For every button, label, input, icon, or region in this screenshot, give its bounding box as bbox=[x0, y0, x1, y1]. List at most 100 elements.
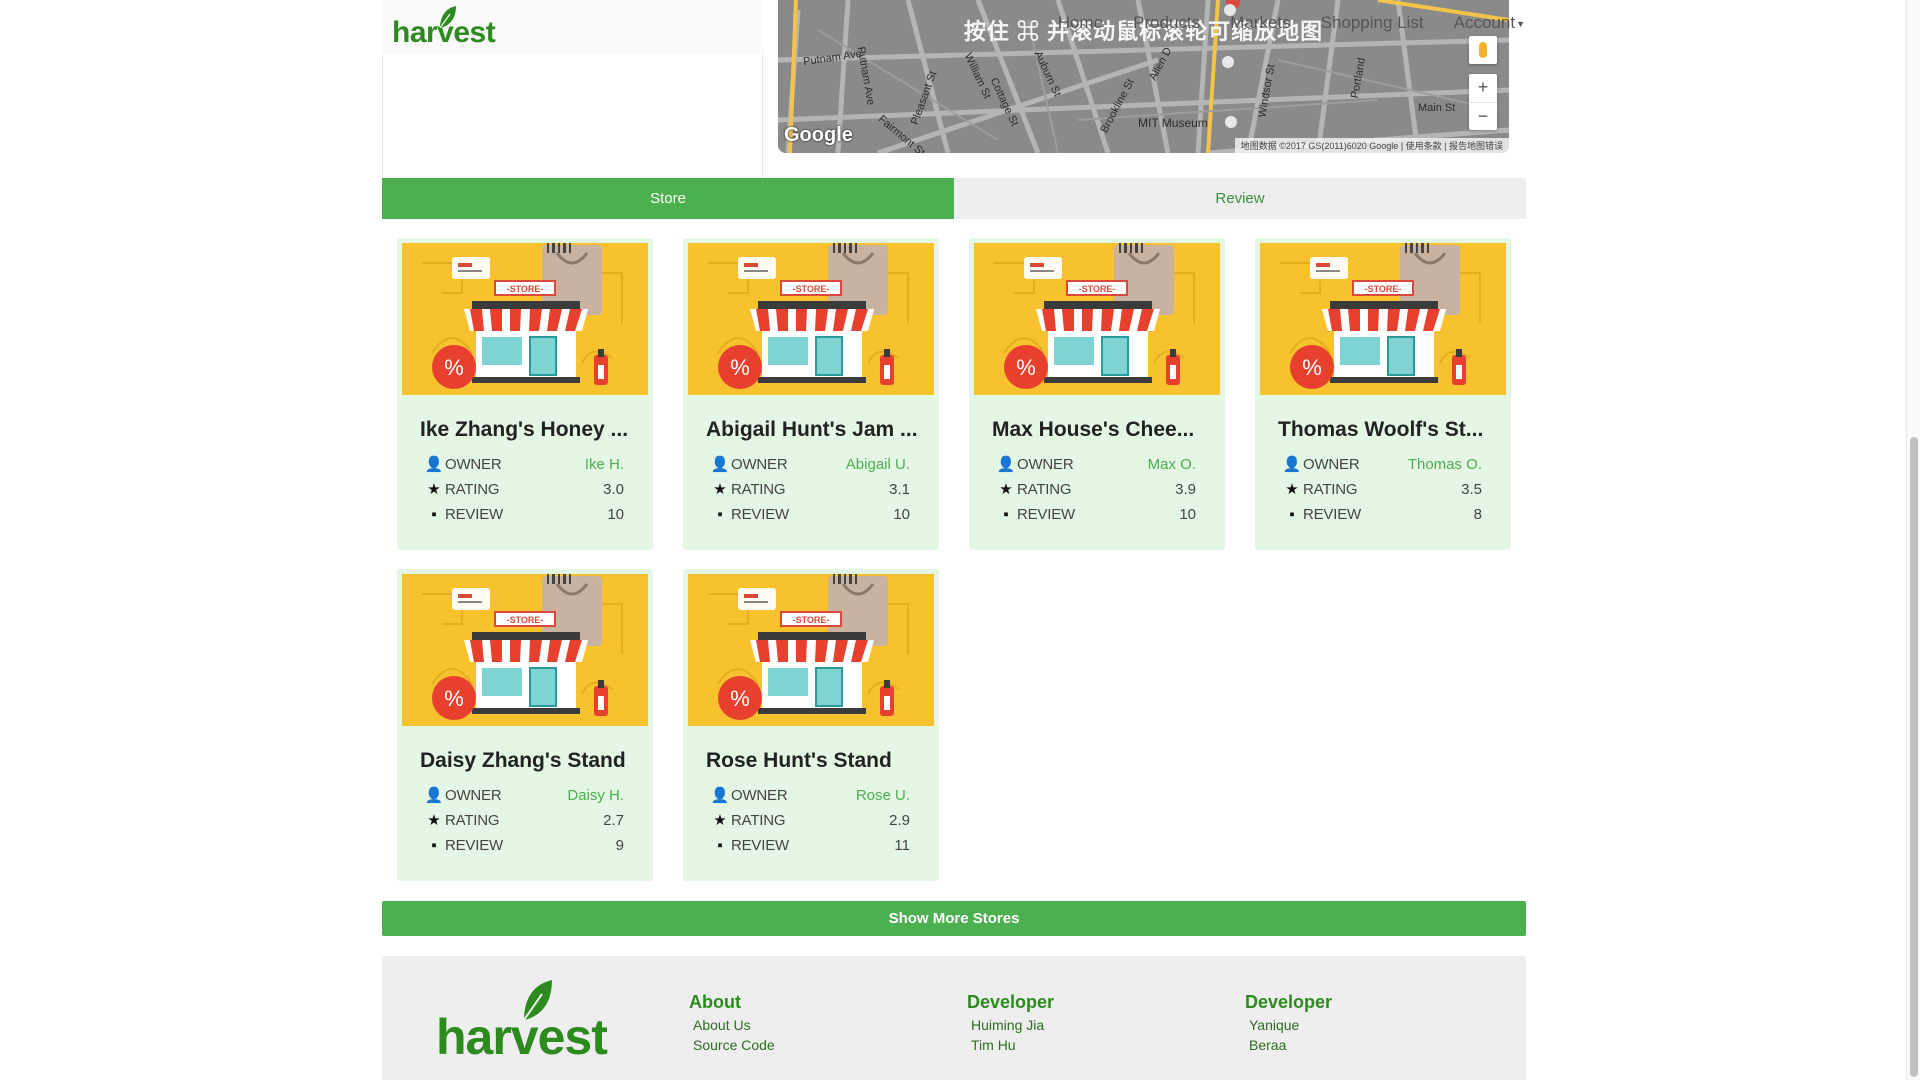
rating-label: RATING bbox=[1017, 480, 1072, 498]
caret-down-icon: ▼ bbox=[1516, 18, 1525, 29]
svg-text:-STORE-: -STORE- bbox=[1079, 284, 1116, 294]
rating-row: ★ RATING 3.9 bbox=[997, 478, 1196, 500]
review-label: REVIEW bbox=[1017, 505, 1075, 523]
star-icon: ★ bbox=[713, 481, 727, 498]
tab-store[interactable]: Store bbox=[382, 178, 954, 219]
svg-text:-STORE-: -STORE- bbox=[793, 615, 830, 625]
store-thumbnail: -STORE- % bbox=[688, 243, 934, 395]
store-thumbnail: -STORE- % bbox=[402, 243, 648, 395]
rating-value: 3.9 bbox=[1175, 480, 1196, 498]
owner-label: OWNER bbox=[445, 455, 502, 473]
zoom-in-button[interactable]: + bbox=[1469, 74, 1497, 102]
rating-label: RATING bbox=[445, 811, 500, 829]
owner-row: 👤 OWNER Daisy H. bbox=[425, 784, 624, 806]
comment-icon: ▪ bbox=[717, 505, 723, 523]
comment-icon: ▪ bbox=[717, 836, 723, 854]
show-more-stores-button[interactable]: Show More Stores bbox=[382, 901, 1526, 936]
scrollbar-thumb[interactable] bbox=[1910, 437, 1918, 1077]
review-label: REVIEW bbox=[445, 505, 503, 523]
store-card[interactable]: -STORE- % Max House's Chee... 👤 OWNER Max … bbox=[969, 238, 1225, 550]
review-count: 9 bbox=[615, 836, 624, 854]
owner-row: 👤 OWNER Abigail U. bbox=[711, 453, 910, 475]
rating-value: 3.1 bbox=[889, 480, 910, 498]
review-count: 10 bbox=[893, 505, 910, 523]
owner-name[interactable]: Max O. bbox=[1148, 456, 1196, 473]
nav-products[interactable]: Products bbox=[1118, 13, 1215, 33]
store-card[interactable]: -STORE- % Thomas Woolf's St... 👤 OWNER Tho… bbox=[1255, 238, 1511, 550]
map-attribution[interactable]: 地图数据 ©2017 GS(2011)6020 Google | 使用条款 | … bbox=[1234, 138, 1509, 153]
store-name[interactable]: Abigail Hunt's Jam ... bbox=[706, 418, 921, 442]
svg-text:%: % bbox=[730, 686, 750, 711]
footer-developer-link[interactable]: Tim Hu bbox=[971, 1035, 1054, 1055]
footer-about-us-link[interactable]: About Us bbox=[693, 1015, 775, 1035]
rating-row: ★ RATING 2.9 bbox=[711, 809, 910, 831]
review-label: REVIEW bbox=[1303, 505, 1361, 523]
rating-label: RATING bbox=[445, 480, 500, 498]
footer-source-code-link[interactable]: Source Code bbox=[693, 1035, 775, 1055]
user-icon: 👤 bbox=[1282, 456, 1302, 473]
review-row: ▪ REVIEW 10 bbox=[425, 503, 624, 525]
store-name[interactable]: Max House's Chee... bbox=[992, 418, 1207, 442]
store-illustration: -STORE- % bbox=[402, 574, 648, 726]
rating-label: RATING bbox=[731, 811, 786, 829]
footer-brand-text: harvest bbox=[436, 1009, 608, 1065]
nav-home[interactable]: Home bbox=[1043, 13, 1118, 33]
star-icon: ★ bbox=[713, 812, 727, 829]
zoom-out-button[interactable]: − bbox=[1469, 102, 1497, 130]
rating-row: ★ RATING 2.7 bbox=[425, 809, 624, 831]
tab-review[interactable]: Review bbox=[954, 178, 1526, 219]
star-icon: ★ bbox=[1285, 481, 1299, 498]
store-name[interactable]: Thomas Woolf's St... bbox=[1278, 418, 1493, 442]
nav-account-dropdown[interactable]: Account▼ bbox=[1439, 13, 1527, 33]
footer-about-heading: About bbox=[689, 992, 741, 1012]
review-label: REVIEW bbox=[731, 505, 789, 523]
map-place-label: MIT Museum bbox=[1138, 116, 1208, 130]
nav-links: Home Products Markets Shopping List Acco… bbox=[1043, 0, 1527, 46]
nav-account-label: Account bbox=[1453, 13, 1516, 32]
nav-shopping-list[interactable]: Shopping List bbox=[1306, 13, 1439, 33]
review-label: REVIEW bbox=[445, 836, 503, 854]
owner-label: OWNER bbox=[1017, 455, 1074, 473]
review-count: 8 bbox=[1473, 505, 1482, 523]
review-row: ▪ REVIEW 8 bbox=[1283, 503, 1482, 525]
user-icon: 👤 bbox=[424, 456, 444, 473]
star-icon: ★ bbox=[427, 812, 441, 829]
rating-label: RATING bbox=[731, 480, 786, 498]
review-row: ▪ REVIEW 9 bbox=[425, 834, 624, 856]
owner-name[interactable]: Daisy H. bbox=[567, 787, 624, 804]
footer-brand-logo[interactable]: harvest bbox=[436, 980, 608, 1062]
svg-text:%: % bbox=[730, 355, 750, 380]
footer-developer-link[interactable]: Huiming Jia bbox=[971, 1015, 1054, 1035]
page-scrollbar[interactable] bbox=[1906, 0, 1920, 1080]
store-card[interactable]: -STORE- % Rose Hunt's Stand 👤 OWNER Rose U… bbox=[683, 569, 939, 881]
owner-name[interactable]: Thomas O. bbox=[1408, 456, 1482, 473]
footer-developer-link[interactable]: Beraa bbox=[1249, 1035, 1332, 1055]
owner-name[interactable]: Abigail U. bbox=[846, 456, 910, 473]
nav-markets[interactable]: Markets bbox=[1215, 13, 1305, 33]
brand-logo[interactable]: harvest bbox=[392, 6, 496, 48]
user-icon: 👤 bbox=[710, 787, 730, 804]
review-row: ▪ REVIEW 10 bbox=[997, 503, 1196, 525]
comment-icon: ▪ bbox=[1003, 505, 1009, 523]
owner-row: 👤 OWNER Rose U. bbox=[711, 784, 910, 806]
store-card[interactable]: -STORE- % Ike Zhang's Honey ... 👤 OWNER Ik… bbox=[397, 238, 653, 550]
store-name[interactable]: Daisy Zhang's Stand bbox=[420, 749, 635, 773]
owner-name[interactable]: Ike H. bbox=[585, 456, 624, 473]
rating-value: 3.5 bbox=[1461, 480, 1482, 498]
rating-label: RATING bbox=[1303, 480, 1358, 498]
store-card[interactable]: -STORE- % Daisy Zhang's Stand 👤 OWNER Dais… bbox=[397, 569, 653, 881]
google-logo: Google bbox=[784, 124, 853, 146]
owner-row: 👤 OWNER Ike H. bbox=[425, 453, 624, 475]
footer-developer-link[interactable]: Yanique bbox=[1249, 1015, 1332, 1035]
footer: harvest About About Us Source Code Devel… bbox=[382, 956, 1526, 1080]
rating-row: ★ RATING 3.0 bbox=[425, 478, 624, 500]
svg-text:%: % bbox=[444, 686, 464, 711]
store-name[interactable]: Ike Zhang's Honey ... bbox=[420, 418, 635, 442]
owner-name[interactable]: Rose U. bbox=[856, 787, 910, 804]
comment-icon: ▪ bbox=[431, 505, 437, 523]
store-card[interactable]: -STORE- % Abigail Hunt's Jam ... 👤 OWNER A… bbox=[683, 238, 939, 550]
user-icon: 👤 bbox=[710, 456, 730, 473]
store-name[interactable]: Rose Hunt's Stand bbox=[706, 749, 921, 773]
footer-developer-column: Developer Huiming Jia Tim Hu bbox=[967, 992, 1054, 1055]
store-illustration: -STORE- % bbox=[1260, 243, 1506, 395]
